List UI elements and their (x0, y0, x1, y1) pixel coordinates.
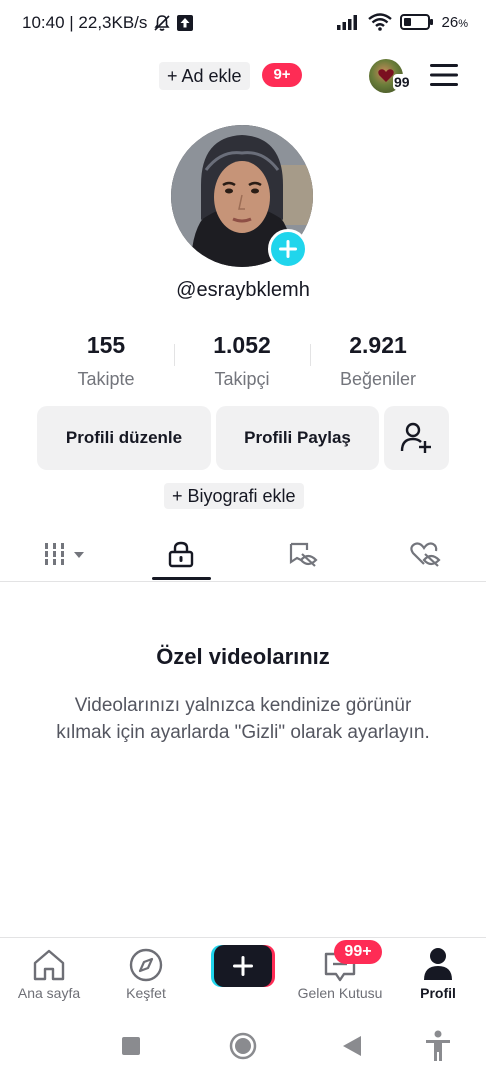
nav-label: Gelen Kutusu (297, 985, 383, 1001)
menu-icon (430, 64, 458, 86)
status-bar: 10:40 | 22,3KB/s 26% (0, 0, 486, 48)
nav-discover[interactable]: Keşfet (105, 938, 187, 1011)
recent-apps-icon[interactable] (121, 1036, 141, 1056)
liked-hidden-icon (410, 542, 441, 567)
tab-private[interactable] (141, 526, 221, 582)
account-count: 99 (393, 74, 411, 90)
active-tab-indicator (152, 577, 211, 580)
home-circle-icon[interactable] (229, 1032, 257, 1060)
add-friend-button[interactable] (384, 406, 449, 470)
nav-label: Profil (420, 985, 456, 1001)
edit-profile-button[interactable]: Profili düzenle (37, 406, 211, 470)
stat-value: 155 (86, 332, 126, 358)
nav-profile[interactable]: Profil (400, 938, 476, 1011)
stat-value: 2.921 (349, 332, 407, 358)
notification-badge: 9+ (262, 63, 302, 87)
add-account-button[interactable]: + Ad ekle (159, 62, 250, 90)
status-time-speed: 10:40 | 22,3KB/s (22, 13, 148, 32)
top-bar: + Ad ekle 9+ 99 (0, 56, 486, 96)
system-nav-bar (0, 1010, 486, 1080)
back-icon[interactable] (341, 1034, 363, 1058)
signal-icon (336, 15, 357, 30)
stat-followers[interactable]: 1.052 Takipçi (172, 332, 312, 390)
content-tabs (0, 526, 486, 582)
username: @esraybklemh (176, 279, 310, 301)
wifi-icon (367, 13, 392, 31)
stat-label: Takipçi (214, 369, 270, 389)
create-plus-icon (211, 945, 275, 987)
share-profile-button[interactable]: Profili Paylaş (216, 406, 379, 470)
plus-icon (279, 240, 297, 258)
status-right: 26% (336, 13, 468, 31)
empty-state-title: Özel videolarınız (156, 644, 330, 669)
battery-percent: 26% (441, 13, 468, 31)
lock-icon (168, 541, 194, 568)
stat-likes[interactable]: 2.921 Beğeniler (308, 332, 448, 390)
stat-label: Beğeniler (339, 369, 417, 389)
add-story-button[interactable] (268, 229, 308, 269)
accessibility-icon[interactable] (424, 1030, 452, 1062)
tab-reposts[interactable] (263, 526, 343, 582)
tab-videos[interactable] (25, 526, 105, 582)
add-person-icon (400, 422, 431, 453)
status-left: 10:40 | 22,3KB/s (22, 13, 194, 33)
edit-profile-label: Profili düzenle (65, 428, 183, 447)
nav-label: Ana sayfa (17, 985, 81, 1001)
person-icon (424, 948, 452, 980)
home-icon (33, 949, 65, 981)
grid-icon (43, 543, 84, 565)
compass-icon (129, 948, 163, 982)
dnd-icon (154, 15, 171, 31)
create-button[interactable] (211, 945, 275, 987)
tab-liked[interactable] (385, 526, 465, 582)
stats-row: 155 Takipte 1.052 Takipçi 2.921 Beğenile… (0, 332, 486, 392)
inbox-badge: 99+ (334, 940, 382, 964)
nav-home[interactable]: Ana sayfa (8, 938, 90, 1011)
stat-following[interactable]: 155 Takipte (36, 332, 176, 390)
repost-hidden-icon (289, 542, 318, 567)
empty-state-description: Videolarınızı yalnızca kendinize görünür… (56, 695, 430, 743)
upload-icon (177, 15, 194, 31)
battery-value: 26 (441, 13, 459, 31)
share-profile-label: Profili Paylaş (244, 428, 351, 447)
add-bio-button[interactable]: + Biyografi ekle (164, 483, 304, 509)
stat-value: 1.052 (213, 332, 271, 358)
nav-label: Keşfet (126, 985, 166, 1001)
stat-label: Takipte (77, 369, 135, 389)
menu-button[interactable] (429, 62, 459, 88)
battery-icon (399, 14, 433, 30)
